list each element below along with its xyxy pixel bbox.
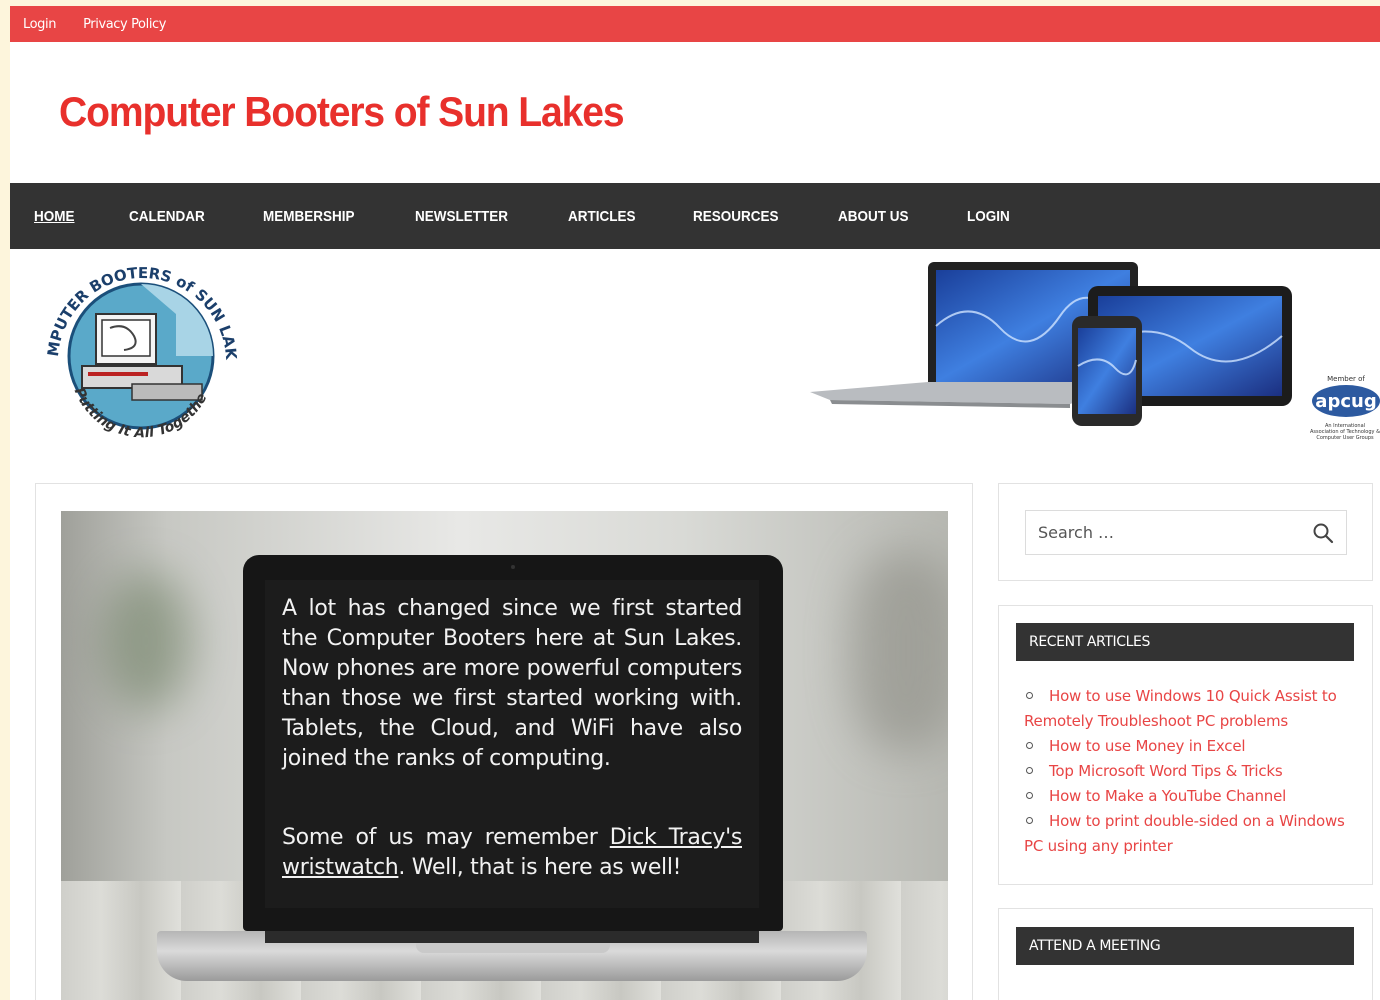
laptop-screen-text: A lot has changed since we first started… [265,580,759,908]
top-bar: Login Privacy Policy [10,6,1380,42]
nav-articles[interactable]: ARTICLES [568,208,636,225]
hero-paragraph-2-prefix: Some of us may remember [282,825,610,850]
recent-articles-widget: RECENT ARTICLES How to use Windows 10 Qu… [998,605,1373,885]
featured-image[interactable]: A lot has changed since we first started… [61,511,948,1000]
search-icon[interactable] [1312,522,1334,544]
attend-meeting-widget: ATTEND A MEETING [998,908,1373,1000]
nav-home[interactable]: HOME [34,208,75,225]
privacy-policy-link[interactable]: Privacy Policy [83,17,166,32]
list-item: How to use Money in Excel [1024,734,1349,759]
list-item: How to print double-sided on a Windows P… [1024,809,1349,859]
attend-meeting-title: ATTEND A MEETING [1016,927,1354,965]
recent-articles-list: How to use Windows 10 Quick Assist to Re… [1024,684,1349,859]
apcug-name: apcug [1315,391,1376,412]
hero-paragraph-1: A lot has changed since we first started… [282,596,742,771]
devices-banner-image [810,262,1292,426]
search-widget [998,483,1373,581]
list-item: How to Make a YouTube Channel [1024,784,1349,809]
nav-newsletter[interactable]: NEWSLETTER [415,208,508,225]
nav-calendar[interactable]: CALENDAR [129,208,205,225]
featured-article-box: A lot has changed since we first started… [35,483,973,1000]
nav-about-us[interactable]: ABOUT US [838,208,909,225]
page: Login Privacy Policy Computer Booters of… [10,6,1380,1000]
hero-paragraph-2: Some of us may remember Dick Tracy's wri… [282,823,742,883]
search-form [1025,510,1347,555]
nav-membership[interactable]: MEMBERSHIP [263,208,355,225]
apcug-member-badge[interactable]: Member of apcug An International Associa… [1306,371,1380,453]
article-link-youtube-channel[interactable]: How to Make a YouTube Channel [1049,787,1286,805]
laptop-keyboard [265,931,759,943]
main-nav: HOME CALENDAR MEMBERSHIP NEWSLETTER ARTI… [10,183,1380,249]
site-title[interactable]: Computer Booters of Sun Lakes [59,88,625,136]
nav-login[interactable]: LOGIN [967,208,1010,225]
article-link-word-tips[interactable]: Top Microsoft Word Tips & Tricks [1049,762,1283,780]
list-item: Top Microsoft Word Tips & Tricks [1024,759,1349,784]
club-logo[interactable]: COMPUTER BOOTERS of SUN LAKES "Putting I… [36,254,246,459]
nav-resources[interactable]: RESOURCES [693,208,779,225]
laptop-notch [416,943,610,953]
article-link-quick-assist[interactable]: How to use Windows 10 Quick Assist to Re… [1024,687,1337,730]
apcug-member-label: Member of [1327,375,1365,383]
apcug-description: An International Association of Technolo… [1310,423,1380,441]
hero-paragraph-2-suffix: . Well, that is here as well! [398,855,682,880]
article-link-double-sided[interactable]: How to print double-sided on a Windows P… [1024,812,1345,855]
article-link-money-excel[interactable]: How to use Money in Excel [1049,737,1246,755]
search-input[interactable] [1038,523,1298,542]
recent-articles-title: RECENT ARTICLES [1016,623,1354,661]
top-login-link[interactable]: Login [23,17,56,32]
laptop-screen-frame: A lot has changed since we first started… [243,555,783,931]
list-item: How to use Windows 10 Quick Assist to Re… [1024,684,1349,734]
